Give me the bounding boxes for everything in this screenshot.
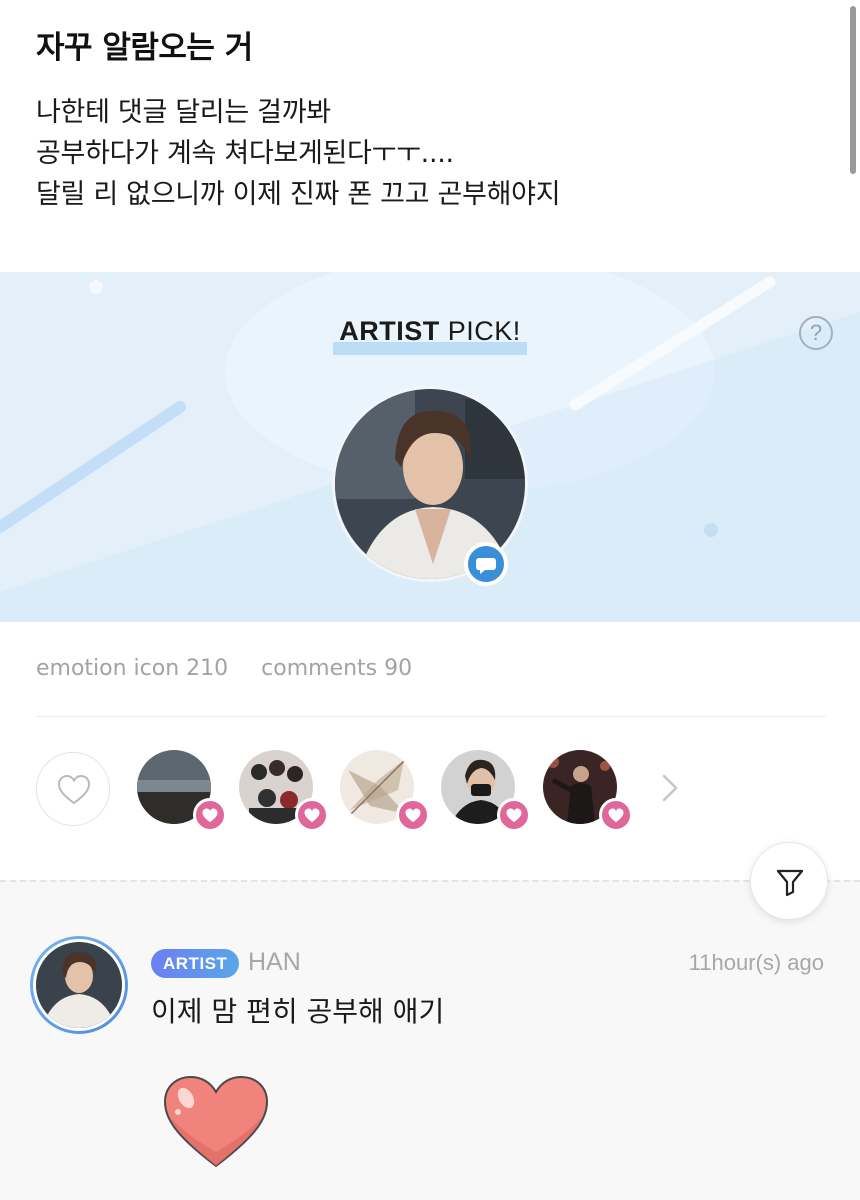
artist-pick-title: ARTIST PICK! <box>0 316 860 355</box>
post-body: 나한테 댓글 달리는 걸까봐 공부하다가 계속 쳐다보게된다ㅜㅜ.... 달릴 … <box>36 92 824 215</box>
liker-avatar[interactable] <box>137 750 227 832</box>
heart-badge-icon <box>599 798 633 832</box>
liker-avatar[interactable] <box>543 750 633 832</box>
post-title: 자꾸 알람오는 거 <box>36 30 253 66</box>
likers-row <box>0 750 860 832</box>
emotion-count[interactable]: emotion icon 210 <box>36 656 228 681</box>
help-icon[interactable]: ? <box>799 316 833 350</box>
comment-avatar[interactable] <box>30 936 128 1034</box>
liker-avatar[interactable] <box>340 750 430 832</box>
artist-pick-title-rest: PICK! <box>439 316 521 346</box>
comment-timestamp: 11hour(s) ago <box>688 950 824 975</box>
heart-badge-icon <box>295 798 329 832</box>
artist-pick-banner: ARTIST PICK! ? <box>0 272 860 622</box>
post-body-line: 공부하다가 계속 쳐다보게된다ㅜㅜ.... <box>36 138 454 169</box>
liker-avatar[interactable] <box>441 750 531 832</box>
like-button[interactable] <box>36 752 110 826</box>
liker-avatar[interactable] <box>239 750 329 832</box>
comment-count[interactable]: comments 90 <box>261 656 412 681</box>
filter-button[interactable] <box>750 842 828 920</box>
heart-sticker <box>163 1075 269 1168</box>
comment-text: 이제 맘 편히 공부해 애기 <box>151 995 445 1028</box>
post-stats: emotion icon 210 comments 90 <box>36 656 438 681</box>
artist-badge: ARTIST <box>151 949 240 978</box>
chevron-right-icon[interactable] <box>658 772 682 804</box>
heart-outline-icon <box>57 774 91 805</box>
comment-author[interactable]: HAN <box>248 948 301 977</box>
filter-icon <box>776 869 804 897</box>
post-body-line: 나한테 댓글 달리는 걸까봐 <box>36 97 331 128</box>
post-body-line: 달릴 리 없으니까 이제 진짜 폰 끄고 곤부해야지 <box>36 179 561 210</box>
post-content: 자꾸 알람오는 거 나한테 댓글 달리는 걸까봐 공부하다가 계속 쳐다보게된다… <box>0 0 860 272</box>
heart-badge-icon <box>396 798 430 832</box>
comment-section <box>0 880 860 1200</box>
heart-badge-icon <box>497 798 531 832</box>
divider <box>36 716 826 717</box>
chat-bubble-icon <box>464 542 508 586</box>
artist-pick-title-bold: ARTIST <box>339 316 440 346</box>
heart-badge-icon <box>193 798 227 832</box>
